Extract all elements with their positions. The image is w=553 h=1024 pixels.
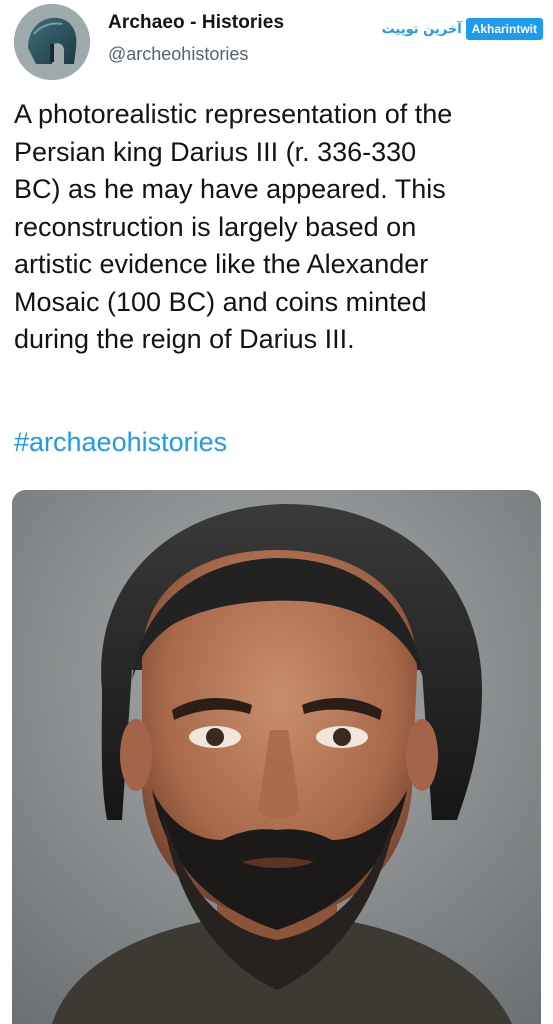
tweet-text-line: A photorealistic representation of the <box>14 99 453 129</box>
bearded-man-portrait-icon <box>12 490 541 1024</box>
tweet-text: A photorealistic representation of the P… <box>14 96 544 359</box>
tweet-text-line: reconstruction is largely based on <box>14 211 417 242</box>
tweet-text-line: Mosaic (100 BC) and coins minted <box>14 286 427 317</box>
bronze-helmet-icon <box>14 4 90 80</box>
watermark-persian-text: آخرین توییت <box>381 21 462 37</box>
handle[interactable]: @archeohistories <box>108 44 248 65</box>
tweet-photo[interactable] <box>12 490 541 1024</box>
watermark-logo: آخرین توییت Akharintwit <box>382 16 543 42</box>
display-name[interactable]: Archaeo - Histories <box>108 12 284 34</box>
watermark-latin-text: Akharintwit <box>465 18 543 40</box>
tweet-text-line: Persian king Darius III (r. 336-330 <box>14 136 417 167</box>
avatar[interactable] <box>14 4 90 80</box>
tweet-text-line: artistic evidence like the Alexander <box>14 249 429 279</box>
tweet: Archaeo - Histories @archeohistories آخر… <box>0 0 553 1024</box>
hashtag-link[interactable]: #archaeohistories <box>14 424 227 461</box>
tweet-text-line: during the reign of Darius III. <box>14 324 355 354</box>
tweet-text-line: BC) as he may have appeared. This <box>14 174 446 204</box>
tweet-header: Archaeo - Histories @archeohistories آخر… <box>0 0 553 90</box>
